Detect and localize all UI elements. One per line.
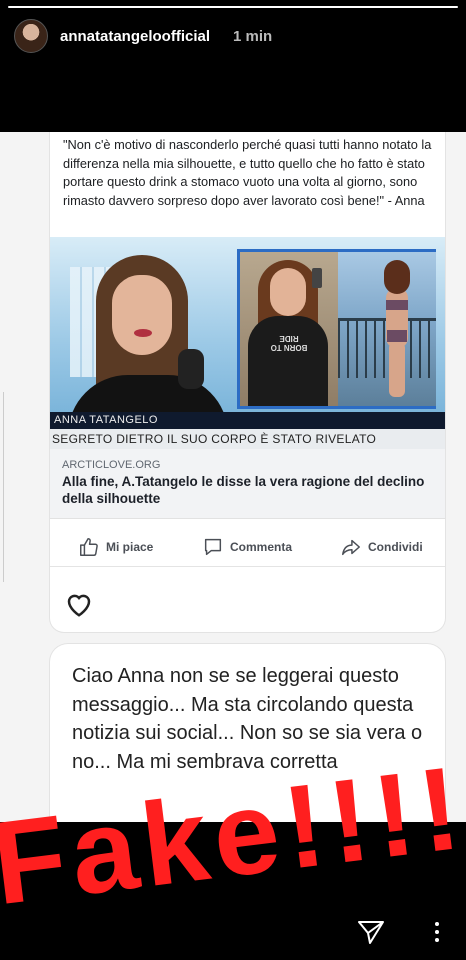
comment-label: Commenta (230, 540, 293, 554)
thumbs-up-icon (80, 538, 98, 556)
story-timestamp: 1 min (233, 28, 273, 45)
like-button[interactable]: Mi piace (78, 535, 153, 559)
facebook-post-card: "Non c'è motivo di nasconderlo perché qu… (50, 132, 445, 632)
story-header: annatatangeloofficial 1 min (0, 0, 466, 132)
tv-lower-third: ANNA TATANGELO SEGRETO DIETRO IL SUO COR… (50, 412, 445, 449)
link-title[interactable]: Alla fine, A.Tatangelo le disse la vera … (62, 473, 437, 507)
lower-third-name: ANNA TATANGELO (54, 414, 158, 426)
share-button[interactable]: Condividi (340, 535, 423, 559)
username[interactable]: annatatangeloofficial (60, 28, 210, 45)
lower-third-headline: SEGRETO DIETRO IL SUO CORPO È STATO RIVE… (50, 429, 445, 449)
like-label: Mi piace (106, 540, 154, 554)
post-action-bar: Mi piace Commenta Condividi (50, 527, 445, 567)
story-progress-bar (8, 6, 458, 8)
avatar[interactable] (14, 19, 48, 53)
share-label: Condividi (368, 540, 423, 554)
link-domain: ARCTICLOVE.ORG (62, 459, 161, 471)
heart-icon[interactable] (64, 590, 94, 618)
inset-beach-photo (338, 252, 436, 406)
comment-bubble-icon (204, 538, 222, 556)
post-image[interactable]: BORN TO RIDE ANNA TATANGELO SEGRETO DIET… (50, 237, 445, 449)
microphone (178, 349, 204, 389)
more-vertical-icon[interactable] (430, 921, 444, 943)
left-edge-divider (0, 392, 4, 582)
post-quote-text: "Non c'è motivo di nasconderlo perché qu… (63, 137, 432, 208)
inset-photos: BORN TO RIDE (237, 249, 436, 409)
comment-button[interactable]: Commenta (202, 535, 292, 559)
link-preview[interactable]: ARCTICLOVE.ORG Alla fine, A.Tatangelo le… (50, 449, 445, 519)
shirt-text: BORN TO RIDE (270, 334, 308, 352)
send-icon[interactable] (357, 919, 385, 945)
story-progress-fill (8, 6, 458, 8)
shared-screenshot: "Non c'è motivo di nasconderlo perché qu… (0, 132, 466, 822)
share-arrow-icon (342, 539, 360, 556)
inset-selfie: BORN TO RIDE (240, 252, 338, 406)
